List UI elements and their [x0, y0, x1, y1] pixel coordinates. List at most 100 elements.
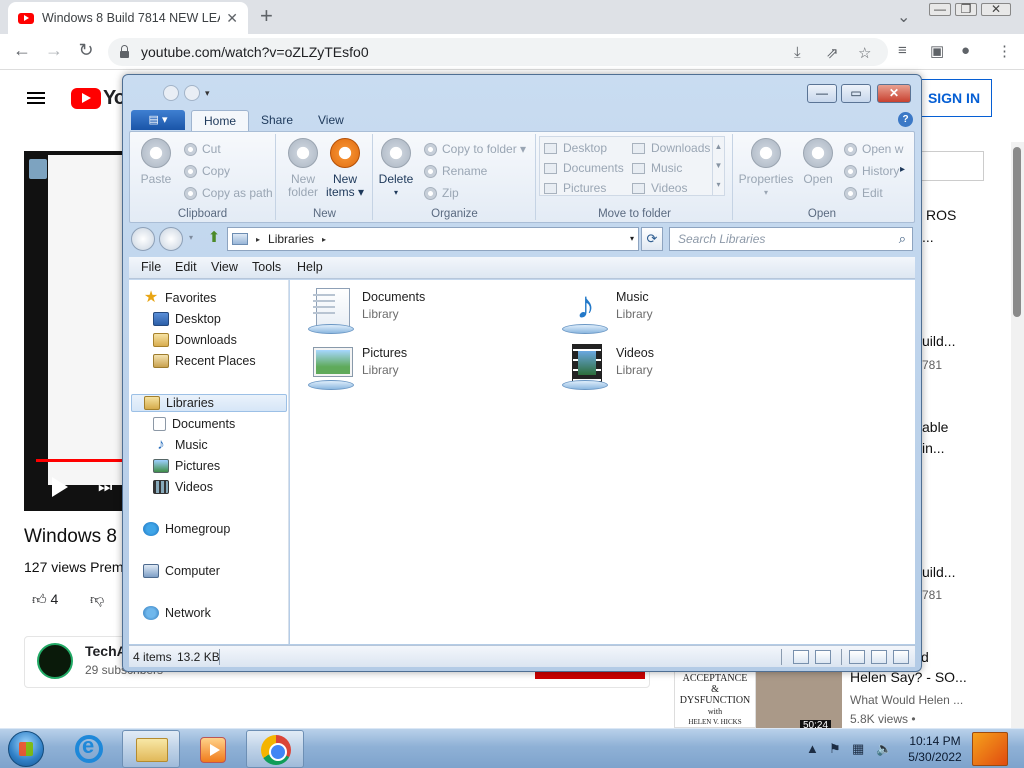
side-panel-icon[interactable]: ▣ — [930, 42, 944, 60]
action-center-flag-icon[interactable]: ⚑ — [829, 741, 841, 757]
channel-name[interactable]: TechA — [85, 643, 127, 659]
back-arrow-icon[interactable]: ← — [10, 40, 34, 61]
nav-documents[interactable]: Documents — [153, 415, 235, 433]
breadcrumb-arrow[interactable]: ▸ — [256, 235, 260, 244]
page-scrollbar-thumb[interactable] — [1013, 147, 1021, 317]
qat-new-folder-icon[interactable] — [184, 85, 200, 101]
next-icon[interactable]: ⏭ — [98, 479, 112, 497]
sidebar-title[interactable]: able — [922, 419, 948, 435]
profile-icon[interactable]: ● — [961, 42, 970, 59]
delete-dropdown[interactable]: ▾ — [374, 186, 418, 199]
video-player[interactable]: ⏭ — [24, 151, 126, 511]
help-icon[interactable]: ? — [898, 112, 913, 127]
delete-button[interactable]: Delete ▾ — [374, 138, 418, 199]
rename-button[interactable]: Rename — [424, 164, 487, 178]
new-tab-button[interactable]: + — [260, 5, 273, 27]
refresh-icon[interactable]: ⟳ — [641, 227, 663, 251]
new-items-button[interactable]: New items ▾ — [323, 138, 367, 199]
gallery-scroll[interactable]: ▲ ▼ ▾ — [712, 137, 724, 195]
nav-music[interactable]: ♪ Music — [153, 436, 207, 454]
tab-search-chevron-icon[interactable]: ⌄ — [897, 7, 910, 27]
minimize-button[interactable]: — — [807, 84, 837, 103]
close-button[interactable]: ✕ — [877, 84, 911, 103]
taskbar-chrome[interactable] — [246, 730, 304, 768]
hamburger-menu-icon[interactable] — [27, 92, 45, 104]
history-button[interactable]: History — [844, 164, 899, 178]
back-icon[interactable] — [131, 227, 155, 251]
avatar[interactable] — [37, 643, 73, 679]
qat-dropdown[interactable]: ▾ — [205, 88, 210, 101]
browser-minimize-button[interactable]: — — [929, 3, 951, 16]
edit-button[interactable]: Edit — [844, 186, 883, 200]
tab-home[interactable]: Home — [191, 110, 250, 131]
nav-libraries[interactable]: Libraries — [131, 394, 287, 412]
youtube-logo-icon[interactable] — [71, 88, 101, 109]
properties-dropdown[interactable]: ▾ — [738, 186, 794, 199]
show-hidden-icons-icon[interactable]: ▲ — [806, 741, 819, 756]
subscribe-button[interactable] — [535, 671, 645, 679]
move-to-music[interactable]: Music — [632, 161, 682, 175]
preview-pane-toggle-icon[interactable] — [871, 650, 887, 664]
like-button[interactable]: 👍︎ 4 — [32, 591, 58, 608]
menu-tools[interactable]: Tools — [252, 260, 281, 274]
sidebar-title-prefix[interactable]: d — [921, 649, 929, 665]
taskbar-media-player[interactable] — [182, 730, 240, 768]
lock-icon[interactable] — [120, 44, 129, 58]
nav-desktop[interactable]: Desktop — [153, 310, 221, 328]
open-with-button[interactable]: Open w — [844, 142, 903, 156]
details-pane-toggle-icon[interactable] — [893, 650, 909, 664]
video-progress-bar[interactable] — [36, 459, 126, 462]
qat-properties-icon[interactable] — [163, 85, 179, 101]
library-music[interactable]: ♪ Music Library — [562, 286, 653, 334]
nav-favorites[interactable]: ★ Favorites — [143, 289, 217, 307]
reload-icon[interactable]: ↻ — [74, 40, 98, 61]
address-bar[interactable]: youtube.com/watch?v=oZLZyTEsfo0 ⤓ ⇗ ☆ — [108, 38, 888, 66]
menu-file[interactable]: File — [141, 260, 161, 274]
recent-locations-dropdown[interactable]: ▾ — [189, 233, 193, 242]
properties-button[interactable]: Properties ▾ — [738, 138, 794, 199]
ribbon-scroll-right-icon[interactable]: ▸ — [900, 164, 905, 175]
start-button[interactable] — [8, 731, 44, 767]
breadcrumb-arrow[interactable]: ▸ — [322, 235, 326, 244]
forward-icon[interactable] — [159, 227, 183, 251]
search-input[interactable]: Search Libraries ⌕ — [669, 227, 913, 251]
media-control-icon[interactable]: ≡ — [898, 42, 907, 59]
url-text[interactable]: youtube.com/watch?v=oZLZyTEsfo0 — [141, 44, 369, 60]
library-pictures[interactable]: Pictures Library — [308, 342, 407, 390]
tab-close-button[interactable]: ✕ — [226, 10, 238, 27]
up-folder-icon[interactable]: ⬆ — [205, 229, 223, 247]
tab-view[interactable]: View — [306, 110, 356, 131]
library-documents[interactable]: Documents Library — [308, 286, 425, 334]
sidebar-title-cont[interactable]: in... — [922, 440, 945, 456]
maximize-button[interactable]: ▭ — [841, 84, 871, 103]
library-videos[interactable]: Videos Library — [562, 342, 654, 390]
breadcrumb-libraries[interactable]: Libraries — [268, 232, 314, 246]
copy-button[interactable]: Copy — [184, 164, 230, 178]
move-to-desktop[interactable]: Desktop — [544, 141, 607, 155]
menu-help[interactable]: Help — [297, 260, 323, 274]
sidebar-title[interactable]: uild... — [922, 564, 955, 580]
taskbar-file-explorer[interactable] — [122, 730, 180, 768]
sidebar-thumbnail[interactable]: ACCEPTANCE & DYSFUNCTION with HELEN V. H… — [674, 668, 756, 728]
large-icons-view-icon[interactable] — [815, 650, 831, 664]
move-to-documents[interactable]: Documents — [544, 161, 624, 175]
forward-arrow-icon[interactable]: → — [42, 40, 66, 61]
install-icon[interactable]: ⤓ — [794, 44, 801, 61]
move-to-pictures[interactable]: Pictures — [544, 181, 606, 195]
nav-computer[interactable]: Computer — [143, 562, 220, 580]
nav-videos[interactable]: Videos — [153, 478, 213, 496]
search-icon[interactable]: ⌕ — [899, 231, 906, 247]
address-dropdown[interactable]: ▾ — [630, 234, 634, 243]
nav-pictures[interactable]: Pictures — [153, 457, 220, 475]
browser-restore-button[interactable]: ❐ — [955, 3, 977, 16]
nav-network[interactable]: Network — [143, 604, 211, 622]
volume-muted-icon[interactable]: 🔈 — [876, 741, 892, 757]
clock[interactable]: 10:14 PM 5/30/2022 — [900, 733, 970, 765]
details-view-icon[interactable] — [793, 650, 809, 664]
sidebar-title[interactable]: uild... — [922, 333, 955, 349]
new-folder-button[interactable]: New folder — [281, 138, 325, 199]
move-to-videos[interactable]: Videos — [632, 181, 687, 195]
sign-in-button[interactable]: SIGN IN — [916, 79, 992, 117]
navigation-pane-toggle-icon[interactable] — [849, 650, 865, 664]
paste-button[interactable]: Paste — [134, 138, 178, 186]
